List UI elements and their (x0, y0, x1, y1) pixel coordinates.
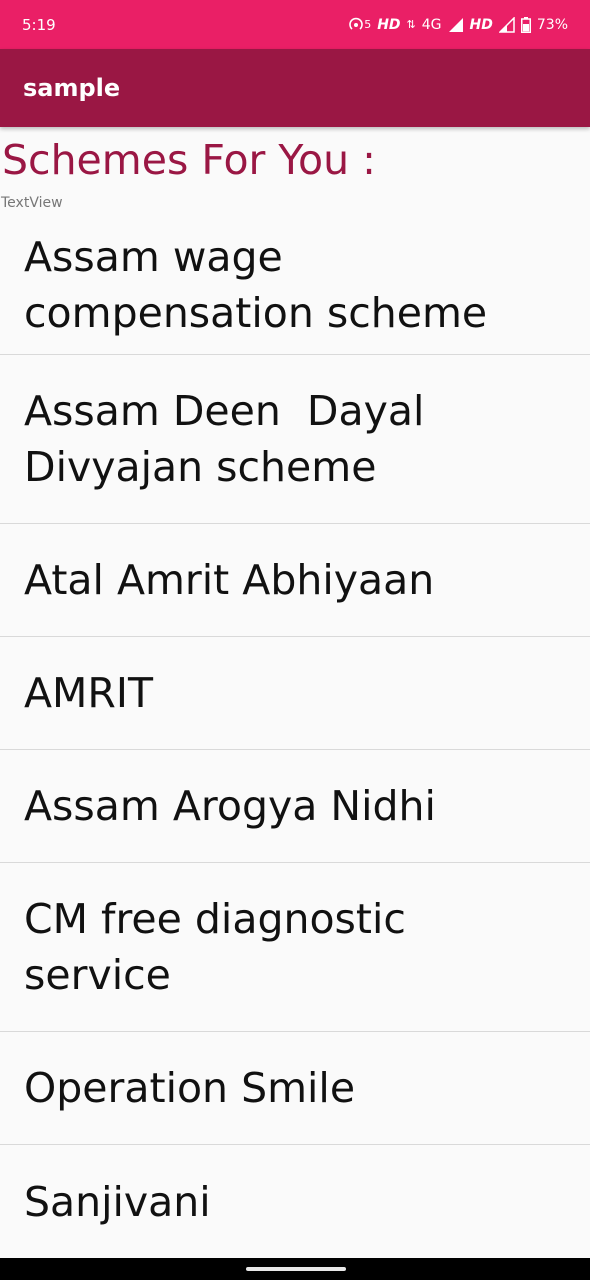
network-label: 4G (421, 16, 442, 33)
scheme-label: Atal Amrit Abhiyaan (24, 556, 435, 604)
signal-icon-2 (498, 16, 515, 33)
scheme-item-cm-diagnostic[interactable]: CM free diagnostic service (0, 863, 590, 1032)
scheme-item-deen-dayal[interactable]: Assam Deen Dayal Divyajan scheme (0, 355, 590, 524)
hotspot-icon: 5 (348, 17, 371, 33)
data-arrows-icon: ⇅ (406, 18, 416, 31)
navigation-bar (0, 1258, 590, 1280)
page-heading: Schemes For You : (2, 136, 376, 184)
battery-icon (520, 16, 531, 33)
scheme-item-assam-wage[interactable]: Assam wage compensation scheme (0, 213, 590, 355)
app-bar: sample (0, 49, 590, 127)
scheme-label: Operation Smile (24, 1064, 356, 1112)
scheme-item-sanjivani[interactable]: Sanjivani (0, 1145, 590, 1258)
scheme-item-operation-smile[interactable]: Operation Smile (0, 1032, 590, 1145)
textview-label: TextView (1, 195, 63, 211)
scheme-item-atal-amrit[interactable]: Atal Amrit Abhiyaan (0, 524, 590, 637)
status-bar: 5:19 5 HD ⇅ 4G HD 73% (0, 0, 590, 49)
hotspot-count: 5 (364, 18, 372, 31)
scheme-item-arogya-nidhi[interactable]: Assam Arogya Nidhi (0, 750, 590, 863)
scheme-item-amrit[interactable]: AMRIT (0, 637, 590, 750)
scheme-label: AMRIT (24, 669, 154, 717)
hd-label: HD (377, 16, 401, 33)
scheme-label: Assam Arogya Nidhi (24, 782, 436, 830)
battery-percent: 73% (536, 16, 568, 33)
scheme-label: Assam wage compensation scheme (24, 232, 488, 337)
status-time: 5:19 (22, 15, 56, 34)
hd-label-2: HD (469, 16, 493, 33)
status-icons: 5 HD ⇅ 4G HD 73% (348, 16, 568, 33)
scheme-label: Assam Deen Dayal Divyajan scheme (24, 387, 438, 491)
scheme-label: CM free diagnostic service (24, 895, 406, 999)
signal-icon (448, 17, 463, 32)
app-title: sample (23, 74, 121, 102)
home-gesture-handle[interactable] (246, 1267, 346, 1271)
schemes-list: Assam wage compensation scheme Assam Dee… (0, 213, 590, 1258)
scheme-label: Sanjivani (24, 1177, 211, 1226)
